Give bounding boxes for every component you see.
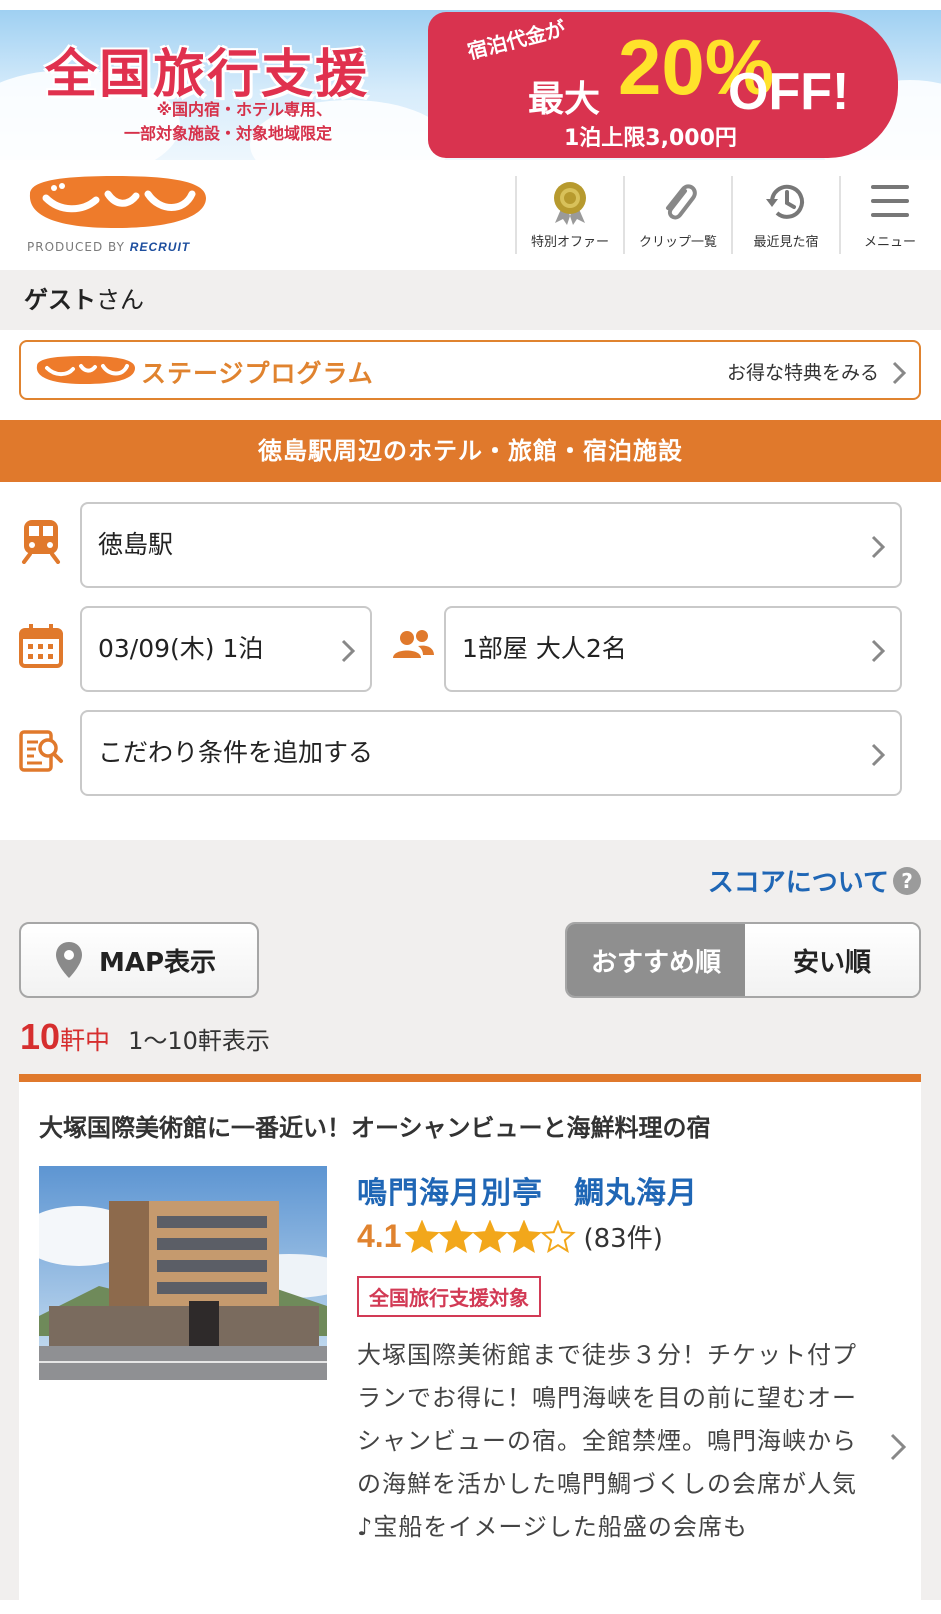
nav-clip-list-label: クリップ一覧 — [638, 235, 717, 250]
banner-limit: 1泊上限3,000円 — [564, 126, 737, 151]
chevron-right-icon — [892, 361, 907, 385]
result-count-unit: 軒中 — [60, 1026, 111, 1055]
map-view-button[interactable]: MAP表示 — [19, 922, 259, 998]
search-form: 徳島駅 03/09(木) 1泊 1部屋 大人2名 こだわり条件を追加する — [0, 482, 941, 840]
history-clock-icon — [766, 184, 804, 219]
jalan-logo[interactable] — [24, 172, 209, 232]
nav-menu-label: メニュー — [863, 235, 916, 250]
guests-value: 1部屋 大人2名 — [462, 634, 627, 663]
guest-suffix: さん — [96, 286, 144, 314]
produced-by: PRODUCED BY RECRUIT — [27, 240, 190, 254]
travel-support-badge: 全国旅行支援対象 — [357, 1276, 541, 1317]
nav-recent-hotels[interactable]: 最近見た宿 — [731, 176, 839, 254]
station-value: 徳島駅 — [98, 530, 174, 559]
train-icon — [22, 520, 60, 564]
stage-program-benefit-link[interactable]: お得な特典をみる — [727, 358, 879, 385]
date-field[interactable]: 03/09(木) 1泊 — [80, 606, 372, 692]
banner-max: 最大 — [528, 79, 601, 120]
star-filled-icon — [405, 1219, 441, 1253]
map-view-label: MAP表示 — [99, 947, 217, 978]
result-count: 10軒中 1〜10軒表示 — [20, 1016, 270, 1058]
paperclip-icon — [666, 184, 697, 220]
chevron-right-icon — [341, 639, 356, 663]
score-about-link[interactable]: スコアについて? — [708, 862, 921, 899]
area-title-band: 徳島駅周辺のホテル・旅館・宿泊施設 — [0, 420, 941, 482]
map-pin-icon — [56, 942, 82, 978]
banner-discount-panel: 宿泊代金が 最大 20% OFF! 1泊上限3,000円 — [428, 12, 898, 158]
guest-name: ゲスト — [24, 286, 96, 314]
people-icon — [393, 630, 434, 658]
star-filled-icon — [472, 1219, 509, 1253]
review-count-link[interactable]: (83件) — [583, 1218, 662, 1255]
medal-icon — [554, 182, 586, 225]
star-filled-icon — [438, 1219, 475, 1253]
stage-program-title: ステージプログラム — [141, 359, 374, 388]
guest-greeting: ゲストさん — [0, 270, 941, 330]
search-conditions-icon — [19, 730, 63, 772]
nav-special-offer-label: 特別オファー — [530, 235, 609, 250]
banner-note-line2: 一部対象施設・対象地域限定 — [123, 124, 332, 143]
jalan-small-logo — [36, 356, 135, 384]
nav-menu[interactable]: メニュー — [839, 176, 939, 254]
rating-value: 4.1 — [357, 1218, 402, 1254]
chevron-right-icon — [871, 743, 886, 767]
banner-note-line1: ※国内宿・ホテル専用、 — [156, 100, 332, 119]
nav-recent-hotels-label: 最近見た宿 — [753, 235, 819, 250]
star-empty-icon — [540, 1219, 577, 1253]
sort-toggle: おすすめ順 安い順 — [565, 922, 921, 998]
station-field[interactable]: 徳島駅 — [80, 502, 902, 588]
calendar-icon — [19, 624, 63, 668]
rating-stars — [405, 1219, 577, 1253]
banner-off: OFF! — [728, 63, 850, 121]
hotel-card[interactable]: 大塚国際美術館に一番近い！オーシャンビューと海鮮料理の宿 鳴門海月別亭 鯛丸海月… — [19, 1074, 921, 1614]
result-range: 1〜10軒表示 — [128, 1027, 270, 1055]
star-filled-icon — [506, 1219, 543, 1253]
site-header: PRODUCED BY RECRUIT 特別オファー クリップ一覧 最近見た宿 — [0, 160, 941, 270]
chevron-right-icon — [871, 535, 886, 559]
score-about-label: スコアについて — [707, 868, 889, 898]
recruit-logo-text: RECRUIT — [129, 240, 191, 254]
result-count-number: 10 — [20, 1016, 61, 1057]
results-area: スコアについて? MAP表示 おすすめ順 安い順 10軒中 1〜10軒表示 大塚国… — [0, 840, 941, 1614]
conditions-value: こだわり条件を追加する — [98, 738, 374, 767]
chevron-right-icon — [871, 639, 886, 663]
chevron-right-icon — [890, 1433, 907, 1461]
hotel-photo[interactable] — [39, 1166, 327, 1380]
question-mark-icon: ? — [893, 866, 921, 895]
sort-cheapest[interactable]: 安い順 — [745, 924, 919, 996]
header-nav: 特別オファー クリップ一覧 最近見た宿 メニュー — [515, 176, 939, 266]
hamburger-menu-icon — [871, 185, 909, 217]
hotel-catchphrase: 大塚国際美術館に一番近い！オーシャンビューと海鮮料理の宿 — [39, 1114, 711, 1142]
nav-clip-list[interactable]: クリップ一覧 — [623, 176, 731, 254]
nav-special-offer[interactable]: 特別オファー — [515, 176, 623, 254]
hotel-name-link[interactable]: 鳴門海月別亭 鯛丸海月 — [357, 1168, 698, 1212]
stage-program-link[interactable]: ステージプログラム お得な特典をみる — [19, 340, 921, 400]
produced-by-text: PRODUCED BY — [27, 240, 125, 254]
banner-note: ※国内宿・ホテル専用、 一部対象施設・対象地域限定 — [92, 98, 332, 146]
sort-recommended[interactable]: おすすめ順 — [567, 924, 745, 996]
date-value: 03/09(木) 1泊 — [98, 634, 264, 663]
conditions-field[interactable]: こだわり条件を追加する — [80, 710, 902, 796]
banner-title: 全国旅行支援 — [45, 45, 370, 105]
promo-banner[interactable]: 全国旅行支援 ※国内宿・ホテル専用、 一部対象施設・対象地域限定 宿泊代金が 最… — [0, 10, 941, 160]
hotel-description: 大塚国際美術館まで徒歩３分！チケット付プランでお得に！鳴門海峡を目の前に望むオー… — [357, 1341, 857, 1541]
guests-field[interactable]: 1部屋 大人2名 — [444, 606, 902, 692]
hotel-rating: 4.1 (83件) — [357, 1218, 663, 1255]
banner-pre: 宿泊代金が — [464, 16, 568, 64]
